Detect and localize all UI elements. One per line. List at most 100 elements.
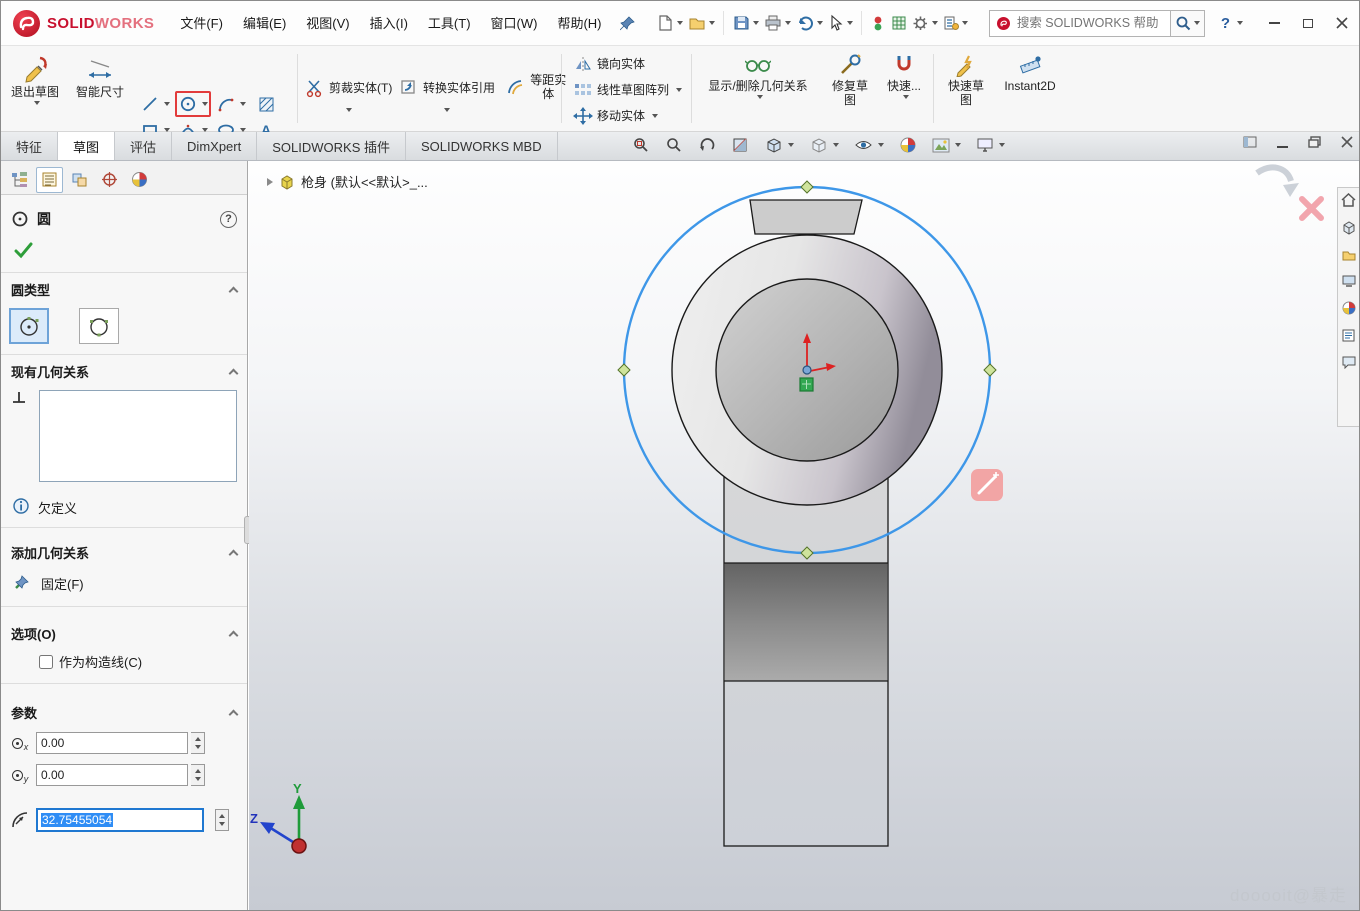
- smart-dimension-button[interactable]: 智能尺寸: [67, 48, 133, 99]
- propertymanager-tab[interactable]: [36, 167, 63, 193]
- custom-properties-icon[interactable]: [1342, 329, 1355, 345]
- tab-mbd[interactable]: SOLIDWORKS MBD: [406, 132, 558, 160]
- tab-addins[interactable]: SOLIDWORKS 插件: [257, 132, 406, 160]
- collapse-chevron-icon[interactable]: [229, 369, 239, 379]
- view-settings-button[interactable]: [973, 135, 1008, 155]
- section-parameters[interactable]: 参数: [1, 696, 247, 727]
- construction-line-checkbox[interactable]: [39, 655, 53, 669]
- section-existing-relations[interactable]: 现有几何关系: [1, 354, 247, 386]
- hide-show-items-button[interactable]: [851, 136, 887, 154]
- doc-minimize-button[interactable]: [1277, 136, 1288, 151]
- dropdown-arrow[interactable]: [962, 21, 968, 25]
- dropdown-arrow[interactable]: [999, 143, 1005, 147]
- doc-close-button[interactable]: [1341, 136, 1353, 151]
- menu-window[interactable]: 窗口(W): [481, 1, 548, 46]
- existing-relations-listbox[interactable]: [39, 390, 237, 482]
- zoom-area-button[interactable]: [662, 134, 686, 156]
- line-tool-button[interactable]: [137, 91, 173, 117]
- dropdown-arrow[interactable]: [709, 21, 715, 25]
- panel-help-button[interactable]: ?: [220, 211, 237, 228]
- tab-dimxpert[interactable]: DimXpert: [172, 132, 257, 160]
- previous-view-button[interactable]: [695, 134, 719, 156]
- print-button[interactable]: [762, 11, 793, 35]
- menu-edit[interactable]: 编辑(E): [233, 1, 296, 46]
- dropdown-arrow[interactable]: [785, 21, 791, 25]
- part-body[interactable]: [672, 200, 942, 846]
- dropdown-arrow[interactable]: [677, 21, 683, 25]
- radius-spinner[interactable]: [215, 809, 229, 831]
- center-y-input[interactable]: [36, 764, 188, 786]
- dropdown-arrow[interactable]: [788, 143, 794, 147]
- dropdown-arrow[interactable]: [202, 102, 208, 106]
- new-document-button[interactable]: [654, 11, 685, 35]
- save-button[interactable]: [730, 11, 761, 35]
- featuremanager-tab[interactable]: [6, 167, 33, 193]
- help-button[interactable]: ?: [1221, 15, 1230, 32]
- quick-snaps-button[interactable]: 快速...: [879, 48, 929, 99]
- doc-restore-button[interactable]: [1308, 136, 1321, 151]
- exit-sketch-button[interactable]: 退出草图: [5, 48, 65, 105]
- feature-tree-flyout[interactable]: 枪身 (默认<<默认>_...: [267, 172, 428, 191]
- tab-evaluate[interactable]: 评估: [115, 132, 172, 160]
- dimxpertmanager-tab[interactable]: [96, 167, 123, 193]
- dropdown-arrow[interactable]: [1194, 21, 1200, 25]
- dropdown-arrow[interactable]: [652, 114, 658, 118]
- dropdown-arrow[interactable]: [847, 21, 853, 25]
- dropdown-arrow[interactable]: [878, 143, 884, 147]
- instant2d-button[interactable]: Instant2D: [997, 48, 1063, 93]
- dropdown-arrow[interactable]: [1237, 21, 1243, 25]
- dropdown-arrow[interactable]: [932, 21, 938, 25]
- center-circle-type-button[interactable]: [9, 308, 49, 344]
- pin-menu-icon[interactable]: [620, 15, 636, 31]
- menu-file[interactable]: 文件(F): [170, 1, 233, 46]
- menu-insert[interactable]: 插入(I): [360, 1, 418, 46]
- x-spinner[interactable]: [191, 732, 205, 754]
- radius-input[interactable]: 32.75455054: [36, 808, 204, 832]
- apply-scene-button[interactable]: [929, 136, 964, 155]
- home-icon[interactable]: [1341, 193, 1356, 210]
- resources-icon[interactable]: [1342, 221, 1356, 238]
- edit-appearance-button[interactable]: [896, 134, 920, 156]
- search-input[interactable]: [1017, 16, 1164, 30]
- dropdown-arrow[interactable]: [346, 108, 352, 112]
- move-entities-button[interactable]: 移动实体: [569, 105, 662, 127]
- sketch-handle-top[interactable]: [801, 181, 813, 193]
- select-button[interactable]: [826, 11, 855, 35]
- dropdown-arrow[interactable]: [240, 102, 246, 106]
- search-submit-button[interactable]: [1171, 10, 1205, 37]
- display-delete-relations-button[interactable]: 显示/删除几何关系: [697, 48, 819, 99]
- circle-center-point[interactable]: [803, 366, 811, 374]
- center-x-input[interactable]: [36, 732, 188, 754]
- design-library-icon[interactable]: [1342, 249, 1356, 264]
- y-spinner[interactable]: [191, 764, 205, 786]
- file-properties-button[interactable]: [941, 12, 970, 34]
- dropdown-arrow[interactable]: [34, 101, 40, 105]
- convert-entities-button[interactable]: 转换实体引用: [395, 76, 499, 100]
- minimize-button[interactable]: [1257, 1, 1291, 45]
- menu-tools[interactable]: 工具(T): [418, 1, 481, 46]
- section-view-button[interactable]: [728, 134, 752, 156]
- dropdown-arrow[interactable]: [903, 95, 909, 99]
- section-options[interactable]: 选项(O): [1, 617, 247, 648]
- linear-pattern-button[interactable]: 线性草图阵列: [569, 79, 686, 101]
- forum-icon[interactable]: [1342, 356, 1356, 372]
- hatch-tool-button[interactable]: [251, 91, 281, 117]
- mirror-entities-button[interactable]: 镜向实体: [569, 53, 649, 75]
- sketch-assistant-button[interactable]: [971, 469, 1003, 501]
- trim-entities-button[interactable]: 剪裁实体(T): [301, 76, 396, 100]
- model-viewport-canvas[interactable]: Y Z: [249, 161, 1359, 910]
- dropdown-arrow[interactable]: [955, 143, 961, 147]
- repair-sketch-button[interactable]: 修复草图: [823, 48, 877, 108]
- perimeter-circle-type-button[interactable]: [79, 308, 119, 344]
- dropdown-arrow[interactable]: [833, 143, 839, 147]
- tab-features[interactable]: 特征: [1, 132, 58, 160]
- collapse-pane-button[interactable]: [1243, 136, 1257, 151]
- collapse-chevron-icon[interactable]: [229, 631, 239, 641]
- tab-sketch[interactable]: 草图: [58, 132, 115, 160]
- open-document-button[interactable]: [686, 11, 717, 35]
- appearances-icon[interactable]: [1342, 301, 1356, 318]
- collapse-chevron-icon[interactable]: [229, 710, 239, 720]
- displaymanager-tab[interactable]: [126, 167, 153, 193]
- zoom-fit-button[interactable]: [629, 134, 653, 156]
- dropdown-arrow[interactable]: [444, 108, 450, 112]
